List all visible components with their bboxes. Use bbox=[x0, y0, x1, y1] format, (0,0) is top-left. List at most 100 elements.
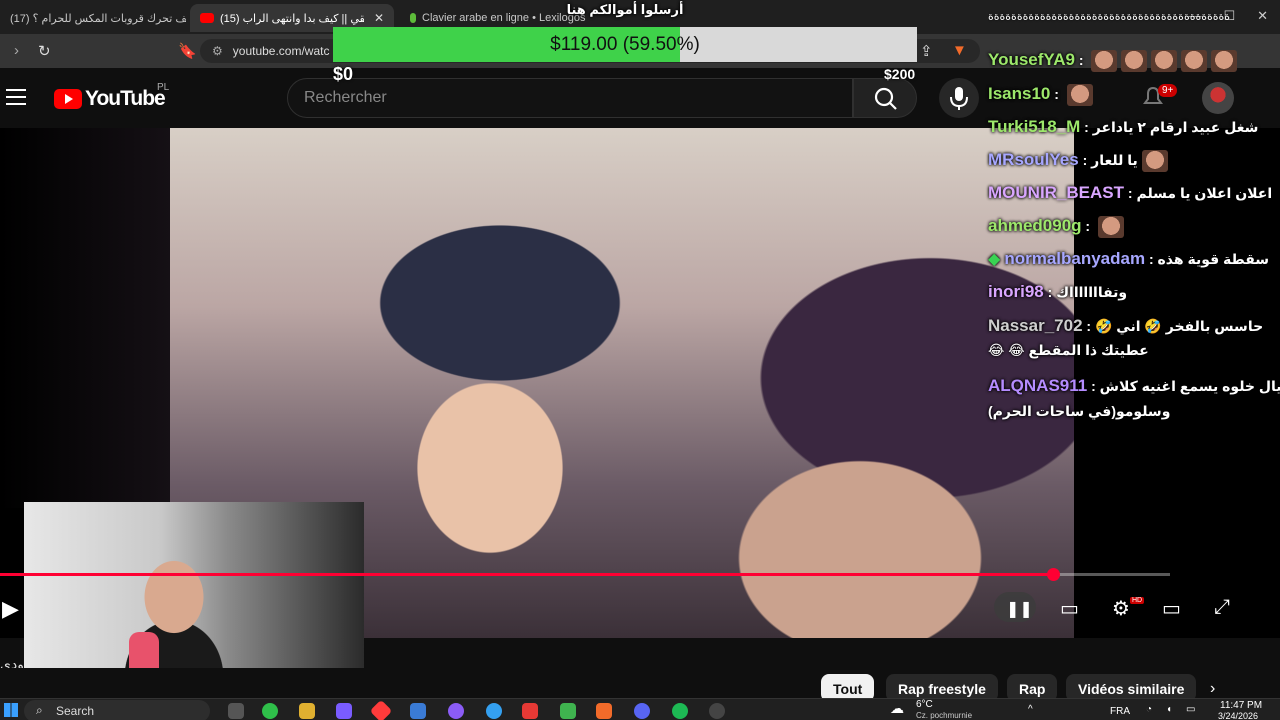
chat-spam-line: ةةةةةةةةةةةةةةةةةةةةةةةةةةةةةةةةةةةةةةةة… bbox=[988, 11, 1231, 23]
settings-gear-icon[interactable]: ⚙ bbox=[1112, 596, 1130, 621]
app-icon[interactable] bbox=[522, 703, 538, 719]
play-icon[interactable]: ▶ bbox=[2, 596, 19, 622]
chat-text: سقطة قوية هذه bbox=[1157, 251, 1270, 267]
tab-1[interactable]: (17) كيف تحرك قروبات المكس للحرام ؟ bbox=[0, 4, 186, 32]
chat-username: Isans10 bbox=[988, 84, 1051, 104]
chat-text: شغل عبيد ارقام ٢ ياداعر bbox=[1092, 119, 1259, 135]
chat-message: ◆ normalbanyadam : سقطة قوية هذه bbox=[988, 249, 1270, 268]
file-explorer-icon[interactable] bbox=[299, 703, 315, 719]
brave-shield-icon[interactable]: ▼ bbox=[952, 42, 967, 59]
app-icon[interactable] bbox=[336, 703, 352, 719]
youtube-play-logo-icon bbox=[54, 89, 82, 109]
keyboard-language[interactable]: FRA bbox=[1110, 706, 1130, 717]
video-progress-played bbox=[0, 573, 1053, 576]
spotify-icon[interactable] bbox=[672, 703, 688, 719]
pause-icon: ❚❚ bbox=[1006, 601, 1033, 618]
chat-username: Turki518_M bbox=[988, 117, 1081, 136]
youtube-logo[interactable]: YouTube bbox=[54, 87, 166, 111]
discord-icon[interactable] bbox=[634, 703, 650, 719]
task-view-icon[interactable] bbox=[228, 703, 244, 719]
battery-icon[interactable]: ▭ bbox=[1186, 704, 1195, 715]
chat-message: YousefYA9 : bbox=[988, 50, 1278, 72]
donation-title: أرسلوا أموالكم هنا bbox=[566, 2, 684, 17]
chat-message: ALQNAS911 : اعيال خلوه يسمع اغنيه كلاش bbox=[988, 376, 1280, 396]
donation-max-label: $200 bbox=[884, 66, 916, 82]
video-progress-bar[interactable] bbox=[0, 568, 1170, 581]
youtube-logo-text: YouTube bbox=[85, 87, 166, 110]
search-icon: ⌕ bbox=[36, 703, 43, 717]
moderator-badge-icon: ◆ bbox=[988, 251, 1001, 268]
youtube-favicon-icon bbox=[200, 13, 214, 23]
search-button[interactable] bbox=[853, 78, 917, 118]
app-icon[interactable] bbox=[262, 703, 278, 719]
tab-2-label: (15) وثائقي || كيف بدا وانتهى الراب bbox=[220, 12, 364, 25]
microphone-icon bbox=[950, 87, 968, 110]
chat-text: عطيتك ذا المقطع 😂 😂 bbox=[988, 342, 1149, 358]
tray-chevron-icon[interactable]: ^ bbox=[1028, 704, 1033, 715]
emote-icon bbox=[1066, 84, 1093, 106]
volume-icon[interactable]: ◖ bbox=[1166, 704, 1172, 715]
webcam-overlay bbox=[24, 502, 364, 692]
weather-place: Cz. pochmurnie bbox=[916, 711, 973, 720]
search-input[interactable]: Rechercher bbox=[287, 78, 853, 118]
chat-message: ahmed090g : bbox=[988, 216, 1278, 238]
tab-1-label: (17) كيف تحرك قروبات المكس للحرام ؟ bbox=[10, 12, 186, 25]
chevron-right-icon[interactable]: › bbox=[1210, 680, 1215, 698]
chat-text: وسلومو(في ساحات الحرم) bbox=[988, 403, 1171, 419]
share-icon[interactable]: ⇪ bbox=[920, 42, 933, 60]
chat-username: YousefYA9 bbox=[988, 50, 1075, 70]
emote-icon bbox=[1151, 50, 1178, 72]
emote-icon bbox=[1181, 50, 1208, 72]
weather-temp: 6°C bbox=[916, 699, 933, 710]
theater-mode-icon[interactable]: ▭ bbox=[1162, 596, 1181, 621]
app-icon[interactable] bbox=[448, 703, 464, 719]
donation-amount: $119.00 (59.50%) bbox=[550, 34, 700, 55]
clock-time[interactable]: 11:47 PM bbox=[1220, 700, 1262, 711]
brave-browser-icon[interactable] bbox=[596, 703, 612, 719]
fullscreen-icon[interactable]: ⤢ bbox=[1214, 596, 1230, 619]
chat-username: MRsoulYes bbox=[988, 150, 1079, 170]
chat-username: normalbanyadam bbox=[1004, 249, 1146, 268]
search-icon bbox=[874, 87, 897, 110]
related-chips: Tout Rap freestyle Rap Vidéos similaire bbox=[0, 668, 1280, 702]
voice-search-button[interactable] bbox=[939, 78, 979, 118]
chat-username: inori98 bbox=[988, 282, 1044, 301]
donation-min-label: $0 bbox=[333, 64, 354, 84]
video-letterbox bbox=[0, 128, 170, 508]
chat-message: Isans10 : bbox=[988, 84, 1278, 106]
video-progress-scrubber[interactable] bbox=[1047, 568, 1060, 581]
app-icon[interactable] bbox=[709, 703, 725, 719]
chat-text: اعلان اعلان يا مسلم bbox=[1136, 185, 1273, 201]
weather-icon[interactable]: ☁ bbox=[890, 700, 904, 717]
taskbar-search[interactable]: Search bbox=[24, 700, 210, 720]
lexilogos-favicon-icon bbox=[410, 13, 416, 23]
chat-message-continued: عطيتك ذا المقطع 😂 😂 bbox=[988, 342, 1278, 360]
emote-icon bbox=[1141, 150, 1168, 172]
bookmark-icon[interactable]: 🔖 bbox=[178, 42, 197, 60]
menu-icon[interactable] bbox=[6, 89, 26, 105]
chat-username: MOUNIR_BEAST bbox=[988, 183, 1125, 202]
clock-date: 3/24/2026 bbox=[1218, 711, 1259, 720]
chat-username: ahmed090g bbox=[988, 216, 1082, 236]
chat-message: MRsoulYes : يا للعار bbox=[988, 150, 1278, 172]
chat-message: MOUNIR_BEAST : اعلان اعلان يا مسلم bbox=[988, 183, 1273, 202]
wifi-icon[interactable]: ◔ bbox=[1146, 704, 1152, 715]
windows-start-icon[interactable] bbox=[4, 703, 18, 717]
chat-text: وتفاااااااك bbox=[1056, 284, 1128, 300]
chat-message-continued: وسلومو(في ساحات الحرم) bbox=[988, 403, 1278, 421]
chat-username: Nassar_702 bbox=[988, 316, 1083, 335]
reload-icon[interactable]: ↻ bbox=[38, 42, 51, 60]
app-icon[interactable] bbox=[486, 703, 502, 719]
emote-icon bbox=[1211, 50, 1238, 72]
chat-text: حاسس بالفخر 🤣 اني 🤣 bbox=[1094, 318, 1264, 334]
subtitles-icon[interactable]: ▭ bbox=[1060, 596, 1079, 621]
chat-text: اعيال خلوه يسمع اغنيه كلاش bbox=[1099, 378, 1280, 394]
emote-icon bbox=[1091, 50, 1118, 72]
app-icon[interactable] bbox=[560, 703, 576, 719]
hd-badge: HD bbox=[1130, 597, 1145, 604]
tab-close-icon[interactable]: ✕ bbox=[374, 11, 384, 25]
store-icon[interactable] bbox=[410, 703, 426, 719]
forward-icon[interactable]: › bbox=[14, 42, 19, 59]
site-info-icon[interactable]: ⚙ bbox=[212, 44, 223, 58]
url-text: youtube.com/watc bbox=[232, 44, 330, 58]
